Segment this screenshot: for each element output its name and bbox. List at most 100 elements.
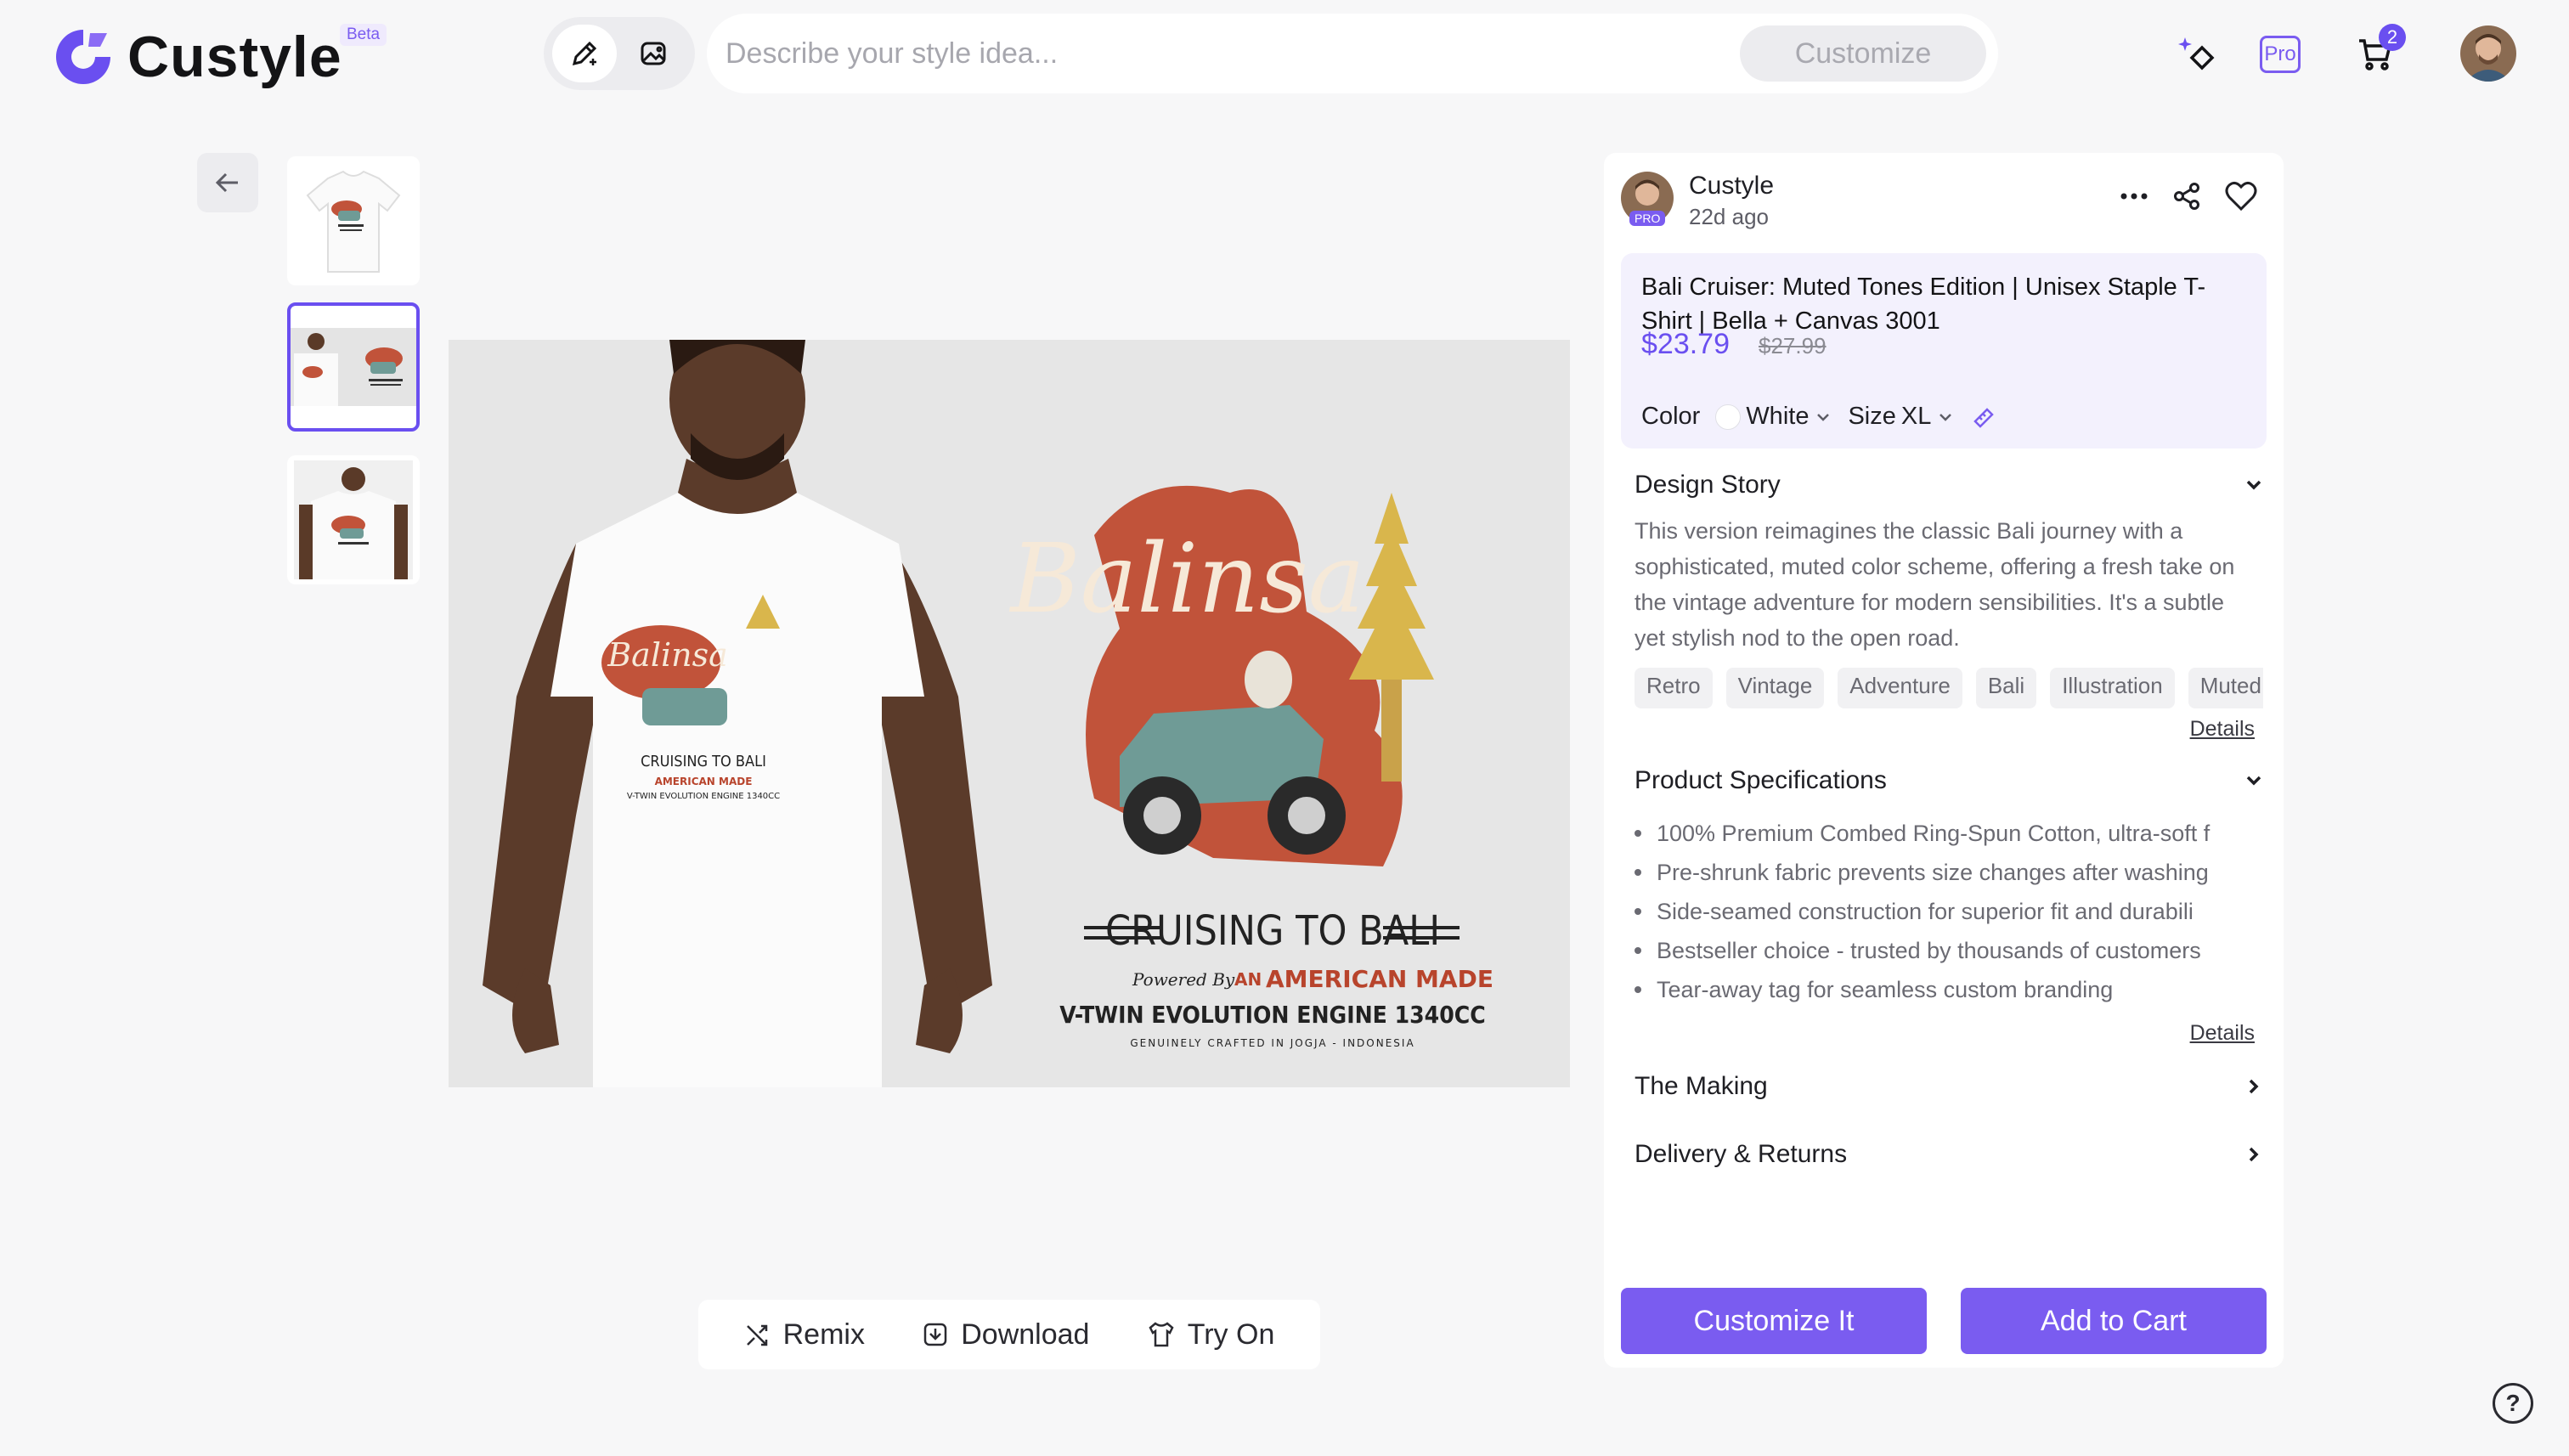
thumbnail-model-with-design[interactable] bbox=[287, 302, 420, 432]
design-an: AN bbox=[1234, 969, 1262, 990]
image-sparkle-icon bbox=[641, 42, 666, 65]
design-story-text: This version reimagines the classic Bali… bbox=[1635, 518, 2235, 651]
top-bar: Custyle Beta Customize Pro bbox=[0, 0, 2569, 110]
bullet bbox=[1635, 908, 1641, 915]
design-script-title: Balinsa bbox=[1008, 524, 1364, 635]
color-select[interactable]: White bbox=[1715, 403, 1832, 431]
specifications-list: 100% Premium Combed Ring-Spun Cotton, ul… bbox=[1635, 814, 2263, 1009]
product-title: Bali Cruiser: Muted Tones Edition | Unis… bbox=[1641, 274, 2206, 335]
design-story-header[interactable]: Design Story bbox=[1635, 471, 2267, 499]
size-label: Size bbox=[1848, 403, 1896, 430]
ai-tools-button[interactable] bbox=[2173, 31, 2221, 78]
design-engine: V-TWIN EVOLUTION ENGINE 1340CC bbox=[1059, 1001, 1485, 1029]
cart-count-badge: 2 bbox=[2379, 24, 2406, 51]
tag-list: Retro Vintage Adventure Bali Illustratio… bbox=[1635, 668, 2263, 708]
customize-button[interactable]: Customize bbox=[1740, 25, 1986, 82]
chevron-down-icon bbox=[1939, 413, 1952, 421]
spec-text: Pre-shrunk fabric prevents size changes … bbox=[1657, 859, 2209, 885]
try-on-button[interactable]: Try On bbox=[1147, 1318, 1274, 1352]
spec-item: Bestseller choice - trusted by thousands… bbox=[1635, 931, 2263, 970]
bullet bbox=[1635, 869, 1641, 876]
bullet bbox=[1635, 830, 1641, 837]
pro-button[interactable]: Pro bbox=[2260, 36, 2301, 73]
chevron-down-icon bbox=[2246, 776, 2261, 786]
spec-item: Side-seamed construction for superior fi… bbox=[1635, 892, 2263, 931]
logo[interactable]: Custyle bbox=[51, 22, 342, 92]
spec-text: Bestseller choice - trusted by thousands… bbox=[1657, 937, 2201, 963]
tag-chip[interactable]: Bali bbox=[1975, 668, 2037, 708]
post-time: 22d ago bbox=[1689, 204, 1769, 229]
spec-item: Pre-shrunk fabric prevents size changes … bbox=[1635, 853, 2263, 892]
sparkle-diamond-icon bbox=[2178, 37, 2215, 71]
tag-chip[interactable]: Retro bbox=[1635, 668, 1713, 708]
remix-label: Remix bbox=[782, 1318, 865, 1351]
search-bar: Customize bbox=[707, 14, 1998, 93]
pencil-sparkle-icon bbox=[572, 41, 597, 66]
design-made: AMERICAN MADE bbox=[1266, 965, 1493, 993]
design-story-title: Design Story bbox=[1635, 471, 1781, 499]
specifications-details-link[interactable]: Details bbox=[2190, 1021, 2255, 1046]
download-icon bbox=[923, 1323, 947, 1346]
tag-chip[interactable]: Adventure bbox=[1838, 668, 1962, 708]
download-label: Download bbox=[961, 1318, 1090, 1351]
user-avatar[interactable] bbox=[2460, 25, 2516, 82]
product-panel: PRO Custyle 22d ago Bali Cruiser: Muted … bbox=[1604, 153, 2284, 1368]
specifications-title: Product Specifications bbox=[1635, 766, 1887, 794]
product-price: $23.79 bbox=[1641, 328, 1730, 360]
tshirt-icon bbox=[1149, 1322, 1174, 1347]
shirt-print-script: Balinsa bbox=[607, 636, 728, 674]
mode-toggle bbox=[544, 17, 695, 90]
size-value: XL bbox=[1900, 403, 1932, 430]
tag-chip[interactable]: Illustration bbox=[2050, 668, 2175, 708]
making-title: The Making bbox=[1635, 1072, 1768, 1100]
chevron-right-icon bbox=[2249, 1079, 2259, 1094]
text-mode-button[interactable] bbox=[552, 25, 617, 82]
delivery-header[interactable]: Delivery & Returns bbox=[1635, 1140, 2267, 1169]
option-row: Color White Size XL bbox=[1641, 403, 1996, 431]
back-button[interactable] bbox=[197, 153, 258, 212]
style-idea-input[interactable] bbox=[726, 37, 1728, 71]
specifications-header[interactable]: Product Specifications bbox=[1635, 766, 2267, 795]
spec-text: Side-seamed construction for superior fi… bbox=[1657, 898, 2194, 924]
seller-name[interactable]: Custyle bbox=[1689, 172, 1774, 200]
spec-item: 100% Premium Combed Ring-Spun Cotton, ul… bbox=[1635, 814, 2263, 853]
arrow-left-icon bbox=[215, 172, 238, 193]
chevron-right-icon bbox=[2249, 1147, 2259, 1162]
add-to-cart-button[interactable]: Add to Cart bbox=[1961, 1288, 2267, 1354]
color-swatch bbox=[1715, 404, 1742, 430]
tag-chip[interactable]: Vintage bbox=[1725, 668, 1825, 708]
logo-mark-icon bbox=[56, 30, 110, 84]
image-mode-button[interactable] bbox=[622, 25, 686, 82]
bullet bbox=[1635, 947, 1641, 954]
remix-button[interactable]: Remix bbox=[744, 1318, 865, 1352]
original-price: $27.99 bbox=[1759, 333, 1827, 358]
share-icon[interactable] bbox=[2171, 181, 2202, 212]
seller-pro-badge: PRO bbox=[1629, 211, 1666, 226]
thumbnail-model-closeup[interactable] bbox=[287, 455, 420, 584]
making-header[interactable]: The Making bbox=[1635, 1072, 2267, 1101]
remix-icon bbox=[746, 1324, 767, 1346]
shirt-print-made: AMERICAN MADE bbox=[655, 776, 753, 787]
image-action-bar: Remix Download Try On bbox=[698, 1300, 1320, 1369]
product-actions bbox=[2119, 180, 2258, 212]
shirt-print-engine: V-TWIN EVOLUTION ENGINE 1340CC bbox=[627, 792, 780, 801]
thumbnail-tshirt-front[interactable] bbox=[287, 156, 420, 285]
design-headline: CRUISING TO BALI bbox=[1105, 907, 1440, 955]
download-button[interactable]: Download bbox=[922, 1318, 1089, 1352]
color-label: Color bbox=[1641, 403, 1701, 430]
spec-text: Tear-away tag for seamless custom brandi… bbox=[1657, 976, 2114, 1002]
design-crafted: GENUINELY CRAFTED IN JOGJA - INDONESIA bbox=[1130, 1037, 1414, 1049]
design-story-details-link[interactable]: Details bbox=[2190, 717, 2255, 742]
help-button[interactable]: ? bbox=[2493, 1383, 2533, 1424]
chevron-down-icon bbox=[1817, 413, 1830, 421]
heart-icon[interactable] bbox=[2224, 180, 2258, 212]
tag-chip[interactable]: Muted bbox=[2188, 668, 2263, 708]
customize-it-button[interactable]: Customize It bbox=[1621, 1288, 1927, 1354]
shirt-print-headline: CRUISING TO BALI bbox=[641, 753, 766, 770]
more-icon[interactable] bbox=[2119, 181, 2149, 212]
spec-text: 100% Premium Combed Ring-Spun Cotton, ul… bbox=[1657, 820, 2210, 846]
color-value: White bbox=[1746, 403, 1810, 430]
size-select[interactable]: Size XL bbox=[1848, 403, 1955, 431]
chevron-down-icon bbox=[2246, 480, 2261, 490]
ruler-icon[interactable] bbox=[1970, 404, 1996, 430]
